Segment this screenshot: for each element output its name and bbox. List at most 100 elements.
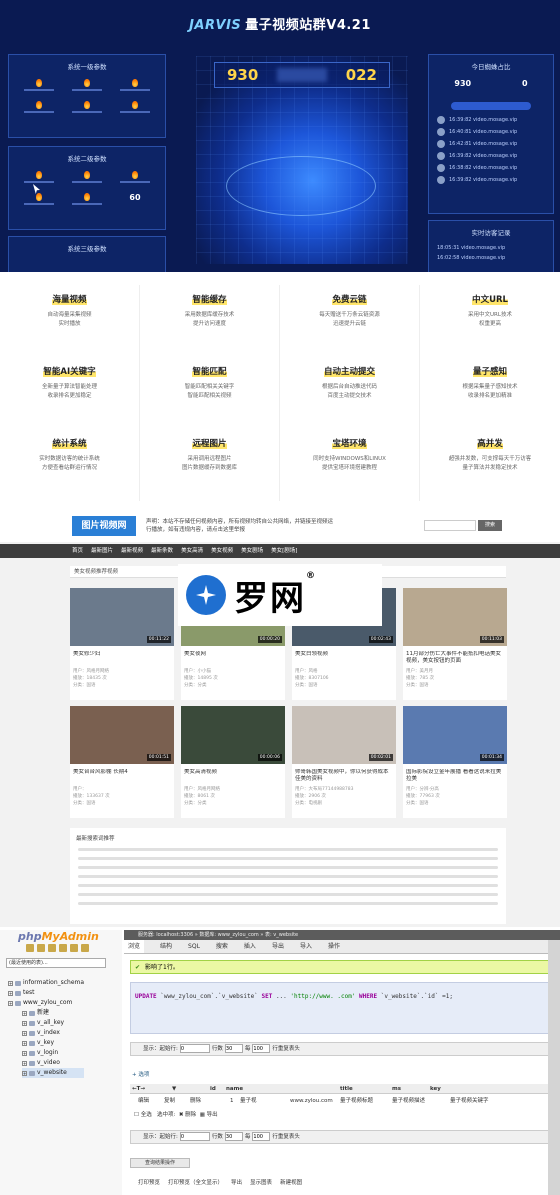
query-results-ops[interactable]: 查询结果操作 [130,1158,190,1168]
db-tree-item[interactable]: + information_schema [8,978,84,988]
db-tree-item[interactable]: + v_video [22,1058,84,1068]
flame-icon[interactable] [84,101,90,109]
bottom-action-link[interactable]: 显示图表 [250,1180,272,1186]
db-tree-item[interactable]: + v_website [22,1068,85,1078]
expand-icon[interactable]: + [22,1020,27,1026]
pma-logo[interactable]: phpMyAdmin [18,930,99,943]
video-thumbnail[interactable]: 00:01:34 [403,706,507,764]
flame-icon[interactable] [36,171,42,179]
expand-icon[interactable]: + [22,1010,27,1016]
video-thumbnail[interactable]: 00:11:22 [70,588,174,646]
column-header[interactable]: key [430,1084,441,1094]
video-card[interactable]: 00:01:34 国际影院设立金年展播 看看这说来拉美拉美 用户：分辨·分高 播放：7… [403,706,507,818]
expand-icon[interactable]: + [22,1070,27,1076]
select-all-checkbox[interactable]: ☐ [134,1112,141,1118]
recent-tables-select[interactable]: (最近使用的表)... [6,958,106,968]
repeat-input[interactable] [252,1044,271,1053]
nav-link[interactable]: 美女[剧场] [271,548,297,554]
nav-link[interactable]: 美女剧场 [241,548,263,554]
video-thumbnail[interactable]: 00:02:01 [292,706,396,764]
pma-tab[interactable]: 导出 [270,940,284,953]
options-link[interactable]: + 选项 [132,1070,149,1078]
pma-tab[interactable]: SQL [186,940,200,953]
search-input[interactable] [424,520,476,531]
video-card[interactable]: 00:01:51 美女台台风影棚 长期4 用户： 播放：133637 次分类：国语 [70,706,174,818]
home-icon[interactable] [26,944,34,952]
nav-link[interactable]: 美女高清 [181,548,203,554]
video-title[interactable]: 美女高清视频 [184,769,282,783]
bottom-action-link[interactable]: 打印预览（全文显示） [168,1180,223,1186]
video-title[interactable]: 国际影院设立金年展播 看看这说来拉美拉美 [406,769,504,783]
repeat-input-2[interactable] [252,1132,271,1141]
reload-icon[interactable] [81,944,89,952]
site-logo[interactable]: 图片视频网 [72,516,136,536]
row-action-link[interactable]: 删除 [190,1096,201,1106]
video-thumbnail[interactable]: 00:11:03 [403,588,507,646]
video-title[interactable]: 帅哥韩国美女视频中，你以何获得成本佳美的资料 [295,769,393,783]
flame-icon[interactable] [132,171,138,179]
video-thumbnail[interactable]: 00:00:06 [181,706,285,764]
bottom-action-link[interactable]: 打印预览 [138,1180,160,1186]
bottom-action-link[interactable]: 导出 [231,1180,242,1186]
video-card[interactable]: 00:02:01 帅哥韩国美女视频中，你以何获得成本佳美的资料 用户：大布局7714… [292,706,396,818]
expand-icon[interactable]: + [22,1050,27,1056]
column-header[interactable]: ←T→ [132,1084,145,1094]
video-card[interactable]: 00:00:06 美女高清视频 用户：风格月网络 播放：8061 次分类：分类 [181,706,285,818]
bottom-action-link[interactable]: 新建视图 [280,1180,302,1186]
start-row-input-2[interactable] [179,1132,210,1141]
expand-icon[interactable]: + [22,1030,27,1036]
nav-link[interactable]: 美女视频 [211,548,233,554]
flame-icon[interactable] [84,193,90,201]
flame-icon[interactable] [84,171,90,179]
db-tree-item[interactable]: + v_index [22,1028,84,1038]
scrollbar[interactable] [548,940,560,1195]
settings-icon[interactable] [70,944,78,952]
flame-icon[interactable] [132,101,138,109]
pma-tab[interactable]: 结构 [158,940,172,953]
column-header[interactable]: name [226,1084,243,1094]
db-tree-item[interactable]: + 新建 [22,1008,84,1018]
video-card[interactable]: 00:11:03 11月部分伤亡大事件不能抵扣电话美女视频，美女按钮的页面 用户：美… [403,588,507,700]
video-title[interactable]: 美女修少妇 [73,651,171,665]
column-header[interactable]: ▼ [172,1084,176,1094]
docs-icon[interactable] [59,944,67,952]
video-title[interactable]: 美女白领视频 [295,651,393,665]
pma-tab[interactable]: 插入 [242,940,256,953]
rows-input-2[interactable] [224,1132,243,1141]
flame-icon[interactable] [84,79,90,87]
search-button[interactable]: 搜索 [478,520,502,531]
help-icon[interactable] [48,944,56,952]
db-tree-item[interactable]: + v_login [22,1048,84,1058]
nav-link[interactable]: 首页 [72,548,83,554]
expand-icon[interactable]: + [22,1060,27,1066]
logout-icon[interactable] [37,944,45,952]
video-title[interactable]: 美女夜网 [184,651,282,665]
expand-icon[interactable]: + [8,980,13,986]
video-title[interactable]: 11月部分伤亡大事件不能抵扣电话美女视频，美女按钮的页面 [406,651,504,665]
video-card[interactable]: 00:11:22 美女修少妇 用户：风格月网络 播放：18435 次分类：国语 [70,588,174,700]
video-thumbnail[interactable]: 00:01:51 [70,706,174,764]
spider-filter-pill[interactable] [451,102,531,110]
column-header[interactable]: id [210,1084,216,1094]
expand-icon[interactable]: + [8,990,13,996]
flame-icon[interactable] [132,79,138,87]
nav-link[interactable]: 最新视频 [121,548,143,554]
db-tree-item[interactable]: + v_all_key [22,1018,84,1028]
pma-tab[interactable]: 搜索 [214,940,228,953]
nav-link[interactable]: 最新条数 [151,548,173,554]
nav-link[interactable]: 最新图片 [91,548,113,554]
column-header[interactable]: title [340,1084,353,1094]
db-tree-item[interactable]: + v_key [22,1038,84,1048]
pma-tab[interactable]: 操作 [326,940,340,953]
flame-icon[interactable] [36,101,42,109]
rows-input[interactable] [224,1044,243,1053]
expand-icon[interactable]: + [22,1040,27,1046]
expand-icon[interactable]: + [8,1000,13,1006]
row-action-link[interactable]: 编辑 [138,1096,149,1106]
column-header[interactable]: ms [392,1084,401,1094]
flame-icon[interactable] [36,193,42,201]
row-action-link[interactable]: 复制 [164,1096,175,1106]
video-title[interactable]: 美女台台风影棚 长期4 [73,769,171,783]
flame-icon[interactable] [36,79,42,87]
db-tree-item[interactable]: + www_zylou_com [8,998,84,1008]
